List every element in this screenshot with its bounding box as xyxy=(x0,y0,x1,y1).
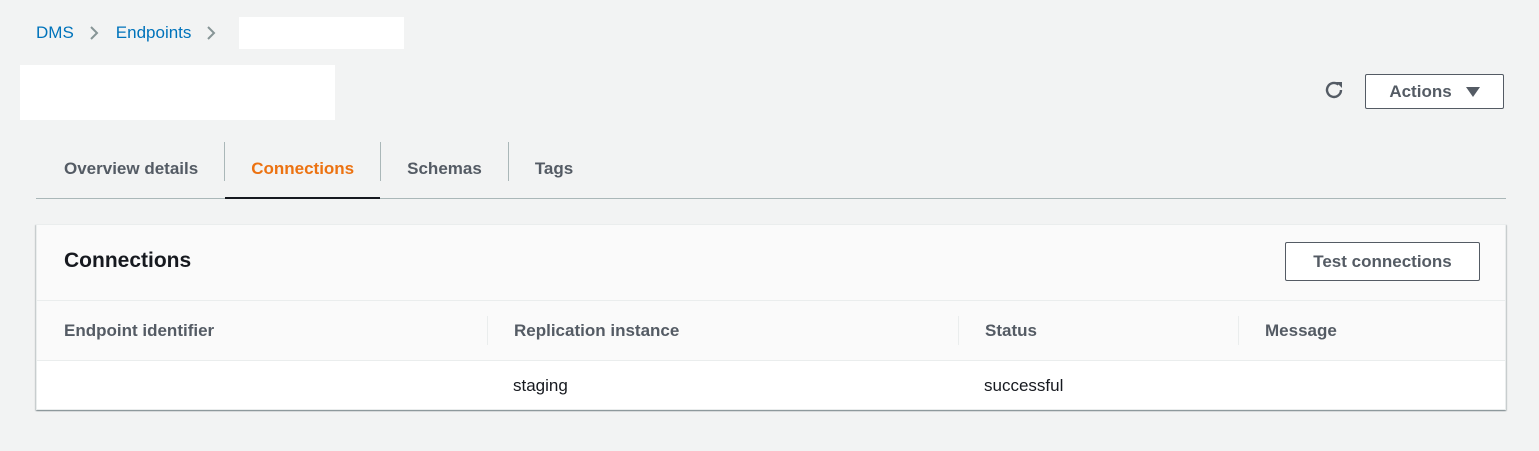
connections-panel: Connections Test connections Endpoint id… xyxy=(36,224,1506,410)
panel-title: Connections xyxy=(64,249,192,272)
tab-overview-details[interactable]: Overview details xyxy=(36,140,224,198)
cell-replication-instance: staging xyxy=(513,375,568,395)
breadcrumb-endpoints[interactable]: Endpoints xyxy=(116,23,192,43)
actions-label: Actions xyxy=(1389,81,1452,101)
chevron-right-icon xyxy=(203,25,219,41)
column-header-message[interactable]: Message xyxy=(1265,301,1337,360)
chevron-right-icon xyxy=(86,25,102,41)
tab-label: Overview details xyxy=(64,159,199,178)
column-header-status[interactable]: Status xyxy=(985,301,1037,360)
actions-button[interactable]: Actions xyxy=(1365,74,1504,109)
page-title xyxy=(20,65,335,120)
panel-header: Connections Test connections xyxy=(37,225,1505,301)
column-header-replication-instance[interactable]: Replication instance xyxy=(514,301,679,360)
refresh-icon xyxy=(1323,79,1345,106)
table-row: staging successful xyxy=(37,361,1505,410)
column-divider xyxy=(958,316,959,345)
tab-connections[interactable]: Connections xyxy=(225,140,381,199)
tab-label: Connections xyxy=(251,159,355,178)
column-header-endpoint-identifier[interactable]: Endpoint identifier xyxy=(64,301,214,360)
tab-schemas[interactable]: Schemas xyxy=(381,140,508,198)
caret-down-icon xyxy=(1465,86,1480,97)
table-header: Endpoint identifier Replication instance… xyxy=(37,301,1505,361)
tab-label: Schemas xyxy=(407,159,482,178)
tab-label: Tags xyxy=(534,159,574,178)
column-divider xyxy=(487,316,488,345)
column-divider xyxy=(1238,316,1239,345)
cell-status: successful xyxy=(984,375,1064,395)
tab-bar: Overview details Connections Schemas Tag… xyxy=(36,140,1506,199)
refresh-button[interactable] xyxy=(1318,76,1350,108)
breadcrumb-dms[interactable]: DMS xyxy=(36,23,74,43)
tab-tags[interactable]: Tags xyxy=(509,140,599,198)
test-connections-button[interactable]: Test connections xyxy=(1285,242,1480,281)
breadcrumb-current xyxy=(239,17,405,49)
breadcrumb: DMS Endpoints xyxy=(36,17,405,49)
